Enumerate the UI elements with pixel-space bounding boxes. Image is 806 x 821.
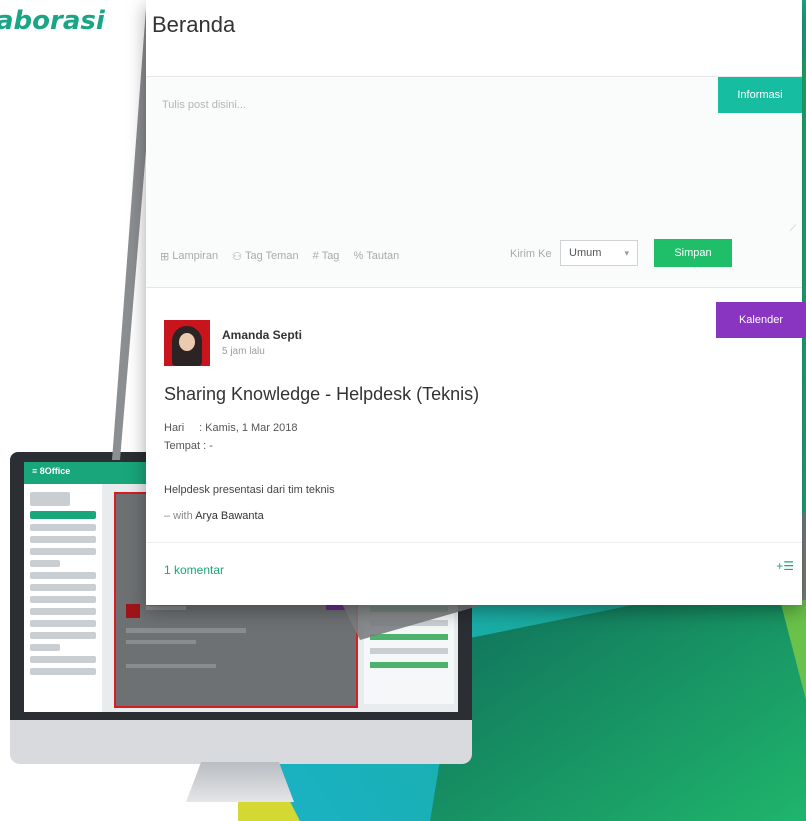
post-title: Sharing Knowledge - Helpdesk (Teknis)	[164, 384, 480, 404]
with-prefix: – with	[164, 510, 193, 522]
hashtag-button[interactable]: # Tag	[313, 250, 340, 262]
post-composer: Informasi ⟋ ⊞ Lampiran ⚇ Tag Teman # Tag…	[146, 76, 802, 288]
feed-post: Kalender Amanda Septi 5 jam lalu Sharing…	[146, 298, 806, 596]
link-icon: %	[353, 250, 364, 262]
save-button[interactable]: Simpan	[654, 239, 732, 267]
attachment-label: Lampiran	[172, 250, 219, 262]
with-line: – with Arya Bawanta	[164, 510, 264, 522]
add-comment-icon[interactable]: +☰	[776, 559, 794, 573]
detail-tempat: Tempat : -	[164, 440, 213, 452]
tag-friend-button[interactable]: ⚇ Tag Teman	[232, 250, 298, 263]
page-title: Beranda	[152, 12, 236, 37]
chevron-down-icon: ▾	[624, 247, 629, 258]
kalender-button[interactable]: Kalender	[716, 302, 806, 338]
audience-select[interactable]: Umum ▾	[560, 240, 638, 266]
post-description: Helpdesk presentasi dari tim teknis	[164, 484, 335, 496]
monitor-chin	[10, 720, 472, 764]
author-name[interactable]: Amanda Septi	[222, 328, 302, 342]
mini-sidebar	[24, 484, 102, 712]
send-to-label: Kirim Ke	[510, 248, 552, 260]
tempat-label: Tempat	[164, 440, 201, 452]
tempat-value: : -	[203, 440, 213, 452]
users-tag-icon: ⚇	[232, 250, 242, 263]
with-name[interactable]: Arya Bawanta	[195, 510, 263, 522]
post-time: 5 jam lalu	[222, 346, 265, 357]
monitor-stand	[186, 762, 294, 802]
avatar[interactable]	[164, 320, 210, 366]
attachment-button[interactable]: ⊞ Lampiran	[160, 250, 218, 263]
audience-value: Umum	[569, 247, 602, 259]
comment-bar: 1 komentar +☰	[146, 542, 802, 593]
attachment-icon: ⊞	[160, 250, 170, 263]
detail-hari: Hari : Kamis, 1 Mar 2018	[164, 422, 298, 434]
tag-friend-label: Tag Teman	[244, 250, 299, 262]
hashtag-icon: #	[312, 250, 319, 262]
resize-grip-icon[interactable]: ⟋	[790, 223, 796, 234]
hari-value: : Kamis, 1 Mar 2018	[199, 422, 298, 434]
beranda-card: Beranda Informasi ⟋ ⊞ Lampiran ⚇ Tag Tem…	[146, 0, 806, 605]
hashtag-label: Tag	[321, 250, 340, 262]
post-toolbar: ⊞ Lampiran ⚇ Tag Teman # Tag % Tautan	[160, 242, 399, 270]
link-label: Tautan	[366, 250, 400, 262]
link-button[interactable]: % Tautan	[353, 250, 399, 262]
hari-label: Hari	[164, 422, 185, 434]
banner-heading: aborasi	[0, 6, 105, 36]
comments-link[interactable]: 1 komentar	[164, 563, 224, 577]
post-input[interactable]	[160, 97, 784, 231]
